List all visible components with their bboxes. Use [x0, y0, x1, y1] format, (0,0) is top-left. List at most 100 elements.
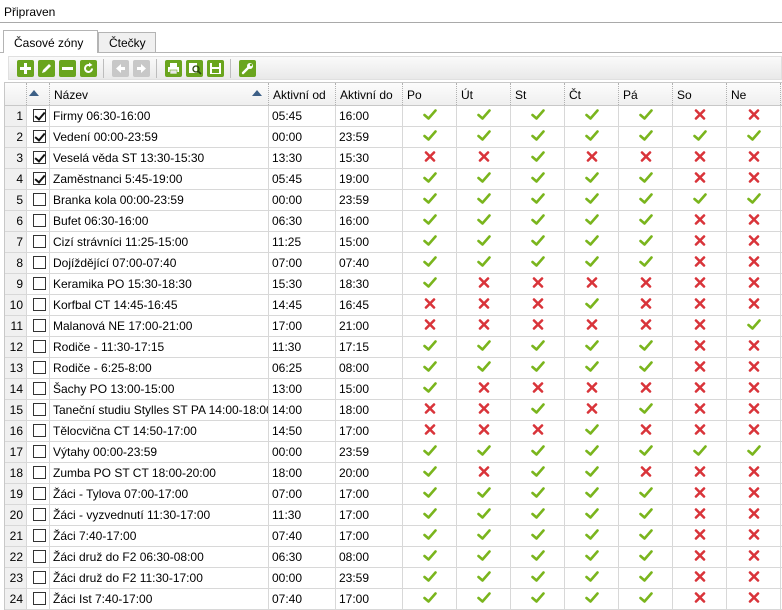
- day-cell-Út[interactable]: [457, 358, 511, 378]
- table-row[interactable]: 19 Žáci - Tylova 07:00-17:00 07:00 17:00: [5, 484, 782, 505]
- day-cell-Čt[interactable]: [565, 589, 619, 609]
- row-checkbox[interactable]: [33, 172, 46, 185]
- day-cell-Čt[interactable]: [565, 232, 619, 252]
- day-cell-Pá[interactable]: [619, 316, 673, 336]
- day-cell-St[interactable]: [511, 463, 565, 483]
- day-cell-Út[interactable]: [457, 190, 511, 210]
- header-day-4[interactable]: Pá: [619, 83, 673, 105]
- remove-icon[interactable]: [59, 60, 76, 77]
- day-cell-St[interactable]: [511, 505, 565, 525]
- active-from[interactable]: 05:45: [269, 106, 336, 126]
- zone-name[interactable]: Korfbal CT 14:45-16:45: [50, 295, 269, 315]
- zone-name[interactable]: Žáci druž do F2 06:30-08:00: [50, 547, 269, 567]
- day-cell-Čt[interactable]: [565, 190, 619, 210]
- day-cell-Čt[interactable]: [565, 484, 619, 504]
- day-cell-So[interactable]: [673, 274, 727, 294]
- active-to[interactable]: 08:00: [336, 358, 403, 378]
- day-cell-So[interactable]: [673, 232, 727, 252]
- back-icon[interactable]: [112, 60, 129, 77]
- day-cell-So[interactable]: [673, 295, 727, 315]
- active-from[interactable]: 00:00: [269, 190, 336, 210]
- row-checkbox[interactable]: [33, 508, 46, 521]
- refresh-icon[interactable]: [80, 60, 97, 77]
- active-to[interactable]: 23:59: [336, 127, 403, 147]
- zone-name[interactable]: Rodiče - 11:30-17:15: [50, 337, 269, 357]
- day-cell-Ne[interactable]: [727, 148, 781, 168]
- day-cell-St[interactable]: [511, 148, 565, 168]
- active-from[interactable]: 06:30: [269, 547, 336, 567]
- day-cell-Čt[interactable]: [565, 148, 619, 168]
- day-cell-St[interactable]: [511, 316, 565, 336]
- active-from[interactable]: 11:25: [269, 232, 336, 252]
- zone-name[interactable]: Branka kola 00:00-23:59: [50, 190, 269, 210]
- row-checkbox[interactable]: [33, 403, 46, 416]
- day-cell-Čt[interactable]: [565, 526, 619, 546]
- active-from[interactable]: 00:00: [269, 568, 336, 588]
- zone-name[interactable]: Vedení 00:00-23:59: [50, 127, 269, 147]
- day-cell-St[interactable]: [511, 589, 565, 609]
- row-checkbox[interactable]: [33, 130, 46, 143]
- day-cell-So[interactable]: [673, 589, 727, 609]
- day-cell-St[interactable]: [511, 211, 565, 231]
- table-row[interactable]: 15 Taneční studiu Stylles ST PA 14:00-18:…: [5, 400, 782, 421]
- row-checkbox[interactable]: [33, 592, 46, 605]
- day-cell-So[interactable]: [673, 106, 727, 126]
- row-checkbox[interactable]: [33, 235, 46, 248]
- table-row[interactable]: 14 Šachy PO 13:00-15:00 13:00 15:00: [5, 379, 782, 400]
- day-cell-Pá[interactable]: [619, 568, 673, 588]
- sort-ascending-icon[interactable]: [252, 90, 262, 96]
- day-cell-Čt[interactable]: [565, 505, 619, 525]
- active-from[interactable]: 11:30: [269, 505, 336, 525]
- day-cell-Ne[interactable]: [727, 400, 781, 420]
- zone-name[interactable]: Dojíždějící 07:00-07:40: [50, 253, 269, 273]
- day-cell-Út[interactable]: [457, 337, 511, 357]
- day-cell-Pá[interactable]: [619, 295, 673, 315]
- day-cell-St[interactable]: [511, 547, 565, 567]
- day-cell-Pá[interactable]: [619, 337, 673, 357]
- active-to[interactable]: 16:45: [336, 295, 403, 315]
- active-from[interactable]: 11:30: [269, 337, 336, 357]
- table-row[interactable]: 11 Malanová NE 17:00-21:00 17:00 21:00: [5, 316, 782, 337]
- header-row-number[interactable]: [5, 83, 27, 105]
- active-from[interactable]: 15:30: [269, 274, 336, 294]
- day-cell-Pá[interactable]: [619, 442, 673, 462]
- day-cell-Pá[interactable]: [619, 106, 673, 126]
- tab-time-zones[interactable]: Časové zóny: [3, 30, 98, 53]
- zone-name[interactable]: Zaměstnanci 5:45-19:00: [50, 169, 269, 189]
- day-cell-So[interactable]: [673, 190, 727, 210]
- day-cell-Čt[interactable]: [565, 421, 619, 441]
- active-to[interactable]: 18:00: [336, 400, 403, 420]
- day-cell-Út[interactable]: [457, 253, 511, 273]
- active-from[interactable]: 14:50: [269, 421, 336, 441]
- table-row[interactable]: 21 Žáci 7:40-17:00 07:40 17:00: [5, 526, 782, 547]
- day-cell-So[interactable]: [673, 127, 727, 147]
- header-active-from[interactable]: Aktivní od: [269, 83, 336, 105]
- table-row[interactable]: 22 Žáci druž do F2 06:30-08:00 06:30 08:00: [5, 547, 782, 568]
- day-cell-Čt[interactable]: [565, 463, 619, 483]
- day-cell-St[interactable]: [511, 484, 565, 504]
- zone-name[interactable]: Rodiče - 6:25-8:00: [50, 358, 269, 378]
- day-cell-Pá[interactable]: [619, 379, 673, 399]
- day-cell-Út[interactable]: [457, 169, 511, 189]
- day-cell-Ne[interactable]: [727, 337, 781, 357]
- day-cell-Ne[interactable]: [727, 568, 781, 588]
- day-cell-Po[interactable]: [403, 295, 457, 315]
- active-from[interactable]: 14:00: [269, 400, 336, 420]
- active-from[interactable]: 07:40: [269, 589, 336, 609]
- day-cell-So[interactable]: [673, 379, 727, 399]
- table-row[interactable]: 12 Rodiče - 11:30-17:15 11:30 17:15: [5, 337, 782, 358]
- day-cell-Po[interactable]: [403, 358, 457, 378]
- day-cell-Po[interactable]: [403, 106, 457, 126]
- row-checkbox[interactable]: [33, 424, 46, 437]
- zone-name[interactable]: Tělocvična CT 14:50-17:00: [50, 421, 269, 441]
- day-cell-Pá[interactable]: [619, 484, 673, 504]
- day-cell-Ne[interactable]: [727, 211, 781, 231]
- day-cell-Čt[interactable]: [565, 295, 619, 315]
- active-to[interactable]: 16:00: [336, 106, 403, 126]
- day-cell-Út[interactable]: [457, 484, 511, 504]
- day-cell-So[interactable]: [673, 253, 727, 273]
- zone-name[interactable]: Žáci Ist 7:40-17:00: [50, 589, 269, 609]
- active-to[interactable]: 16:00: [336, 211, 403, 231]
- row-checkbox[interactable]: [33, 193, 46, 206]
- day-cell-Pá[interactable]: [619, 547, 673, 567]
